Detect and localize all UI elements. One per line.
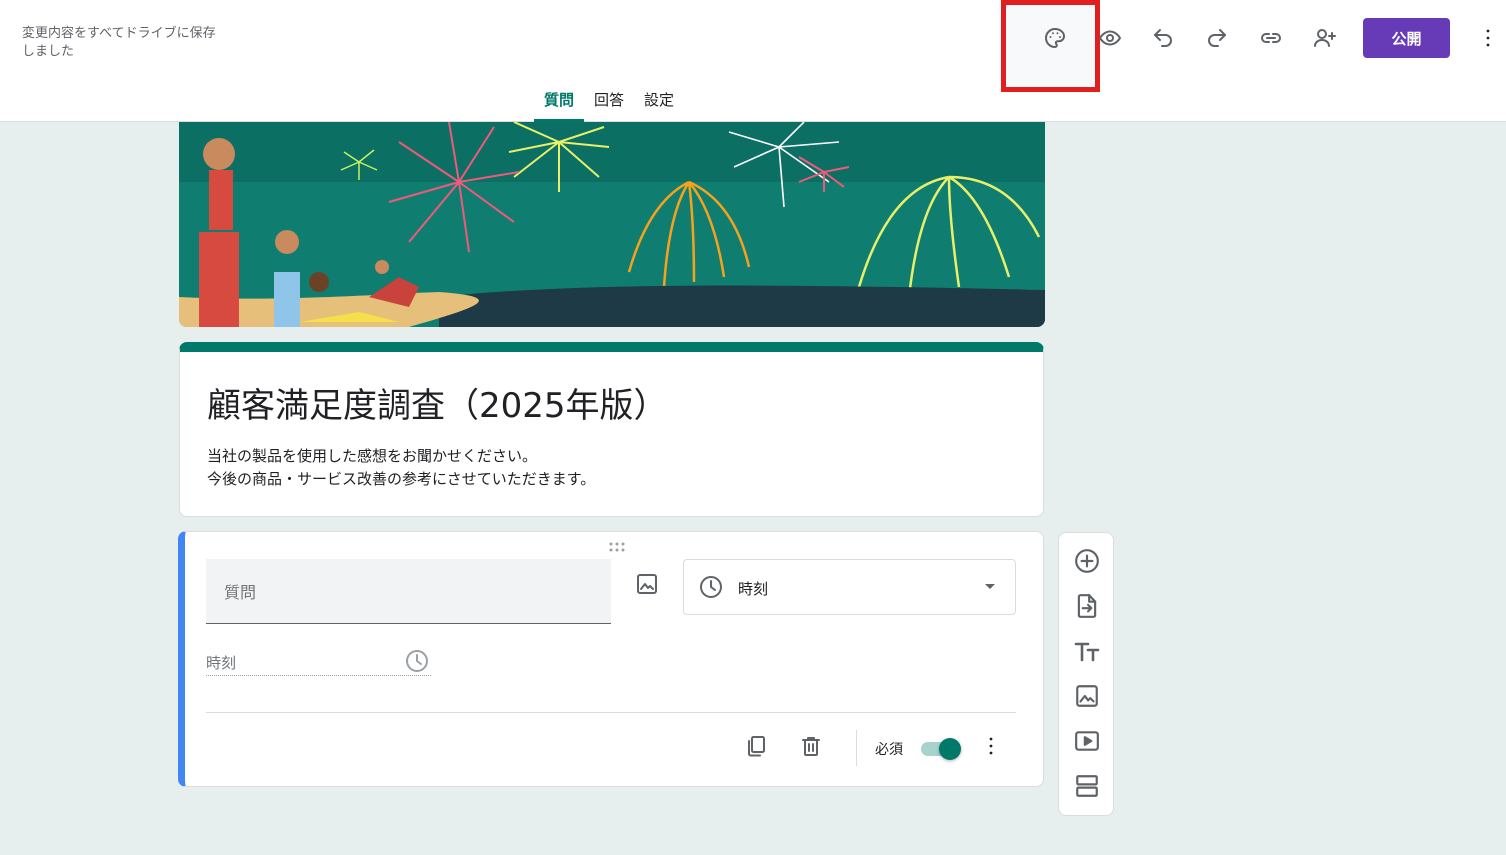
- import-questions-button[interactable]: [1074, 593, 1100, 619]
- clock-icon: [699, 575, 723, 603]
- required-toggle[interactable]: [921, 738, 967, 760]
- redo-icon: [1208, 29, 1226, 47]
- add-section-icon: [1076, 775, 1098, 797]
- copy-link-button[interactable]: [1251, 18, 1291, 58]
- form-description-line: 今後の商品・サービス改善の参考にさせていただきます。: [207, 470, 596, 488]
- add-title-button[interactable]: [1074, 639, 1100, 665]
- add-video-button[interactable]: [1074, 728, 1100, 754]
- fireworks-illustration: [179, 122, 1045, 327]
- publish-button[interactable]: 公開: [1363, 18, 1450, 58]
- time-answer-placeholder: 時刻: [206, 654, 237, 672]
- undo-button[interactable]: [1143, 18, 1183, 58]
- tab-questions[interactable]: 質問: [534, 82, 585, 122]
- form-description-line: 当社の製品を使用した感想をお聞かせください。: [207, 447, 538, 465]
- add-question-icon: [1075, 549, 1099, 573]
- link-icon: [1261, 33, 1281, 43]
- add-video-icon: [1075, 731, 1099, 751]
- tab-bar: 質問 回答 設定: [534, 82, 684, 122]
- palette-icon: [1045, 28, 1065, 48]
- footer-separator: [856, 730, 857, 766]
- add-collaborator-button[interactable]: [1305, 18, 1345, 58]
- add-image-to-question-button[interactable]: [635, 572, 659, 600]
- toggle-knob: [939, 738, 961, 760]
- more-vert-icon: [1486, 29, 1490, 47]
- redo-button[interactable]: [1197, 18, 1237, 58]
- question-type-label: 時刻: [738, 580, 769, 598]
- form-description[interactable]: 当社の製品を使用した感想をお聞かせください。 今後の商品・サービス改善の参考にさ…: [207, 445, 595, 491]
- form-title-card[interactable]: 顧客満足度調査（2025年版） 当社の製品を使用した感想をお聞かせください。 今…: [179, 342, 1044, 517]
- image-icon: [637, 574, 657, 594]
- trash-icon: [802, 737, 820, 756]
- copy-icon: [748, 736, 765, 757]
- drag-handle-icon[interactable]: [607, 538, 627, 557]
- chevron-down-icon: [985, 584, 995, 589]
- import-questions-icon: [1077, 594, 1097, 618]
- more-options-button[interactable]: [1468, 18, 1506, 58]
- app-header: 変更内容をすべてドライブに保存しました 公開 質問 回答 設定: [0, 0, 1506, 122]
- undo-icon: [1154, 29, 1172, 47]
- question-card[interactable]: 質問 時刻 時刻 必須: [178, 531, 1044, 787]
- delete-button[interactable]: [799, 734, 823, 762]
- time-answer-field: 時刻: [206, 647, 431, 676]
- add-image-button[interactable]: [1074, 683, 1100, 709]
- required-label: 必須: [875, 742, 903, 758]
- save-status: 変更内容をすべてドライブに保存しました: [22, 26, 216, 59]
- floating-toolbar: [1058, 532, 1114, 816]
- form-title[interactable]: 顧客満足度調査（2025年版）: [207, 378, 668, 427]
- duplicate-button[interactable]: [744, 734, 768, 762]
- question-title-input[interactable]: 質問: [206, 559, 611, 624]
- add-collaborator-icon: [1314, 29, 1336, 47]
- more-vert-icon: [989, 737, 993, 755]
- header-banner-image: [179, 122, 1045, 327]
- card-divider: [206, 712, 1016, 713]
- preview-eye-icon: [1099, 30, 1121, 46]
- tab-settings[interactable]: 設定: [634, 82, 684, 122]
- question-type-select[interactable]: 時刻: [683, 559, 1016, 615]
- add-image-icon: [1076, 685, 1098, 707]
- preview-button[interactable]: [1090, 18, 1130, 58]
- question-more-button[interactable]: [979, 734, 1003, 762]
- add-section-button[interactable]: [1074, 773, 1100, 799]
- add-title-icon: [1074, 642, 1100, 662]
- tab-responses[interactable]: 回答: [584, 82, 634, 122]
- add-question-button[interactable]: [1074, 548, 1100, 574]
- customize-theme-button[interactable]: [1035, 18, 1075, 58]
- clock-icon: [405, 649, 429, 677]
